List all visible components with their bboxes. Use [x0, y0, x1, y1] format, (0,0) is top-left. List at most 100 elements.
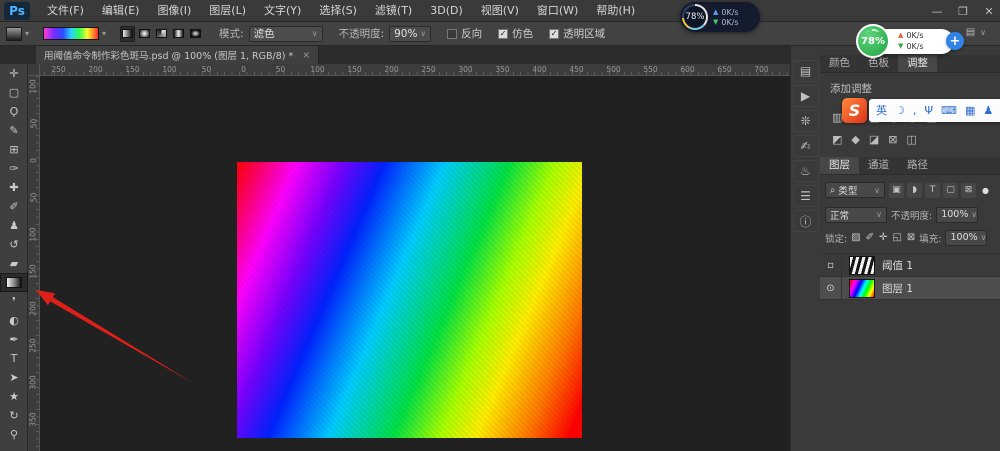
tool-preset-picker[interactable]: ▾ — [6, 27, 29, 41]
crop-tool[interactable]: ⊞ — [0, 140, 28, 159]
filter-icon-button[interactable]: ⊠ — [961, 183, 976, 198]
fill-select[interactable]: 100% ∨ — [945, 230, 987, 246]
adjustment-icon[interactable]: ◪ — [869, 133, 879, 146]
restore-button[interactable]: ❐ — [956, 5, 970, 18]
blur-tool[interactable]: ❜ — [0, 292, 28, 311]
workspace-switcher[interactable]: ▤ ∨ — [966, 27, 986, 38]
blend-mode-select[interactable]: 滤色 ∨ — [249, 26, 323, 42]
lock-icon-button[interactable]: ✛ — [879, 232, 887, 243]
brush-presets-panel-icon[interactable]: ♨ — [793, 160, 819, 182]
percent-ball[interactable]: 78% — [856, 24, 890, 58]
filter-toggle-dot[interactable]: ● — [982, 186, 989, 195]
input-method-icon[interactable]: ☽ — [895, 105, 905, 116]
adjustment-icon[interactable]: ⊠ — [888, 133, 897, 146]
history-panel-icon[interactable]: ▤ — [793, 60, 819, 82]
panel-tab[interactable]: 颜色 — [820, 55, 859, 72]
rotate-view-tool[interactable]: ↻ — [0, 406, 28, 425]
custom-shape-tool[interactable]: ★ — [0, 387, 28, 406]
chevron-down-icon[interactable]: ▾ — [102, 29, 106, 38]
add-button[interactable]: + — [946, 32, 964, 50]
sogou-logo[interactable]: S — [842, 98, 867, 123]
quick-selection-tool[interactable]: ✎ — [0, 121, 28, 140]
lock-icon-button[interactable]: ✐ — [866, 232, 874, 243]
horizontal-ruler[interactable]: 2502001501005005010015020025030035040045… — [40, 64, 790, 76]
filter-icon-button[interactable]: T — [925, 183, 940, 198]
eraser-tool[interactable]: ▰ — [0, 254, 28, 273]
menu-item[interactable]: 文件(F) — [38, 0, 93, 22]
input-method-icon[interactable]: ♟ — [983, 105, 993, 116]
eyedropper-tool[interactable]: ✑ — [0, 159, 28, 178]
type-tool[interactable]: T — [0, 349, 28, 368]
panel-tab[interactable]: 路径 — [898, 157, 937, 174]
radial-gradient-button[interactable] — [137, 26, 152, 42]
opacity-select[interactable]: 90% ∨ — [389, 26, 431, 42]
filter-type-select[interactable]: ⌕ 类型 ∨ — [825, 182, 885, 198]
menu-item[interactable]: 滤镜(T) — [366, 0, 421, 22]
lock-icon-button[interactable]: ◱ — [892, 232, 901, 243]
input-method-icon[interactable]: ▦ — [965, 105, 975, 116]
reflected-gradient-button[interactable] — [171, 26, 186, 42]
actions-panel-icon[interactable]: ▶ — [793, 85, 819, 107]
checkbox-box[interactable] — [498, 29, 508, 39]
input-method-icon[interactable]: , — [913, 105, 917, 116]
menu-item[interactable]: 选择(S) — [310, 0, 366, 22]
close-button[interactable]: ✕ — [982, 5, 996, 18]
menu-item[interactable]: 帮助(H) — [587, 0, 644, 22]
layer-blend-mode-select[interactable]: 正常 ∨ — [825, 207, 887, 223]
notes-panel-icon[interactable]: ✍ — [793, 135, 819, 157]
input-method-icon[interactable]: ⌨ — [941, 105, 957, 116]
move-tool[interactable]: ✛ — [0, 64, 28, 83]
option-checkbox[interactable]: 反向 — [447, 26, 482, 41]
navigator-panel-icon[interactable]: ❊ — [793, 110, 819, 132]
input-method-toolbar[interactable]: S 英☽,Ψ⌨▦♟⚒ — [842, 97, 1000, 124]
lock-icon-button[interactable]: ▨ — [851, 232, 860, 243]
checkbox-box[interactable] — [549, 29, 559, 39]
angle-gradient-button[interactable] — [154, 26, 169, 42]
adjustment-icon[interactable]: ◫ — [907, 133, 917, 146]
pen-tool[interactable]: ✒ — [0, 330, 28, 349]
menu-item[interactable]: 图层(L) — [200, 0, 255, 22]
lasso-tool[interactable]: Ϙ — [0, 102, 28, 121]
visibility-toggle[interactable]: ▫ — [820, 254, 842, 277]
minimize-button[interactable]: — — [930, 5, 944, 18]
gradient-editor[interactable]: ▾ — [43, 27, 106, 40]
adjustment-icon[interactable]: ◆ — [851, 133, 859, 146]
menu-item[interactable]: 3D(D) — [421, 0, 472, 22]
input-method-icon[interactable]: 英 — [876, 105, 887, 116]
gradient-preview[interactable] — [43, 27, 99, 40]
filter-icon-button[interactable]: ▣ — [889, 183, 904, 198]
option-checkbox[interactable]: 透明区域 — [549, 26, 605, 41]
history-brush-tool[interactable]: ↺ — [0, 235, 28, 254]
layer-row[interactable]: ▫ 阈值 1 — [820, 254, 1000, 277]
diamond-gradient-button[interactable] — [188, 26, 203, 42]
layer-thumbnail[interactable] — [849, 256, 875, 275]
layer-row[interactable]: ⊙ 图层 1 — [820, 277, 1000, 300]
vertical-ruler[interactable]: 10050050100150200250300350 — [28, 76, 40, 451]
menu-item[interactable]: 文字(Y) — [255, 0, 310, 22]
visibility-toggle[interactable]: ⊙ — [820, 277, 842, 300]
menu-item[interactable]: 图像(I) — [148, 0, 200, 22]
panel-tab[interactable]: 通道 — [859, 157, 898, 174]
lock-icon-button[interactable]: ⊠ — [907, 232, 915, 243]
info-panel-icon[interactable]: ⓘ — [793, 210, 819, 232]
marquee-tool[interactable]: ▢ — [0, 83, 28, 102]
option-checkbox[interactable]: 仿色 — [498, 26, 533, 41]
menu-item[interactable]: 视图(V) — [472, 0, 528, 22]
filter-icon-button[interactable]: ◗ — [907, 183, 922, 198]
brush-tool[interactable]: ✐ — [0, 197, 28, 216]
dodge-tool[interactable]: ◐ — [0, 311, 28, 330]
canvas-rainbow-gradient-image[interactable] — [237, 162, 582, 438]
adjustment-icon[interactable]: ◩ — [832, 133, 842, 146]
accelerator-ball-widget[interactable]: 78% ▲0K/s ▼0K/s + — [856, 24, 968, 60]
menu-item[interactable]: 编辑(E) — [93, 0, 149, 22]
healing-brush-tool[interactable]: ✚ — [0, 178, 28, 197]
network-monitor-widget[interactable]: 78% ▲0K/s ▼0K/s — [680, 2, 760, 32]
layer-thumbnail[interactable] — [849, 279, 875, 298]
clone-stamp-tool[interactable]: ♟ — [0, 216, 28, 235]
document-tab[interactable]: 用阈值命令制作彩色斑马.psd @ 100% (图层 1, RGB/8) * × — [36, 46, 319, 64]
linear-gradient-button[interactable] — [120, 26, 135, 42]
layer-opacity-select[interactable]: 100% ∨ — [936, 207, 978, 223]
filter-icon-button[interactable]: ▢ — [943, 183, 958, 198]
zoom-tool[interactable]: ⚲ — [0, 425, 28, 444]
tool-presets-panel-icon[interactable]: ☰ — [793, 185, 819, 207]
